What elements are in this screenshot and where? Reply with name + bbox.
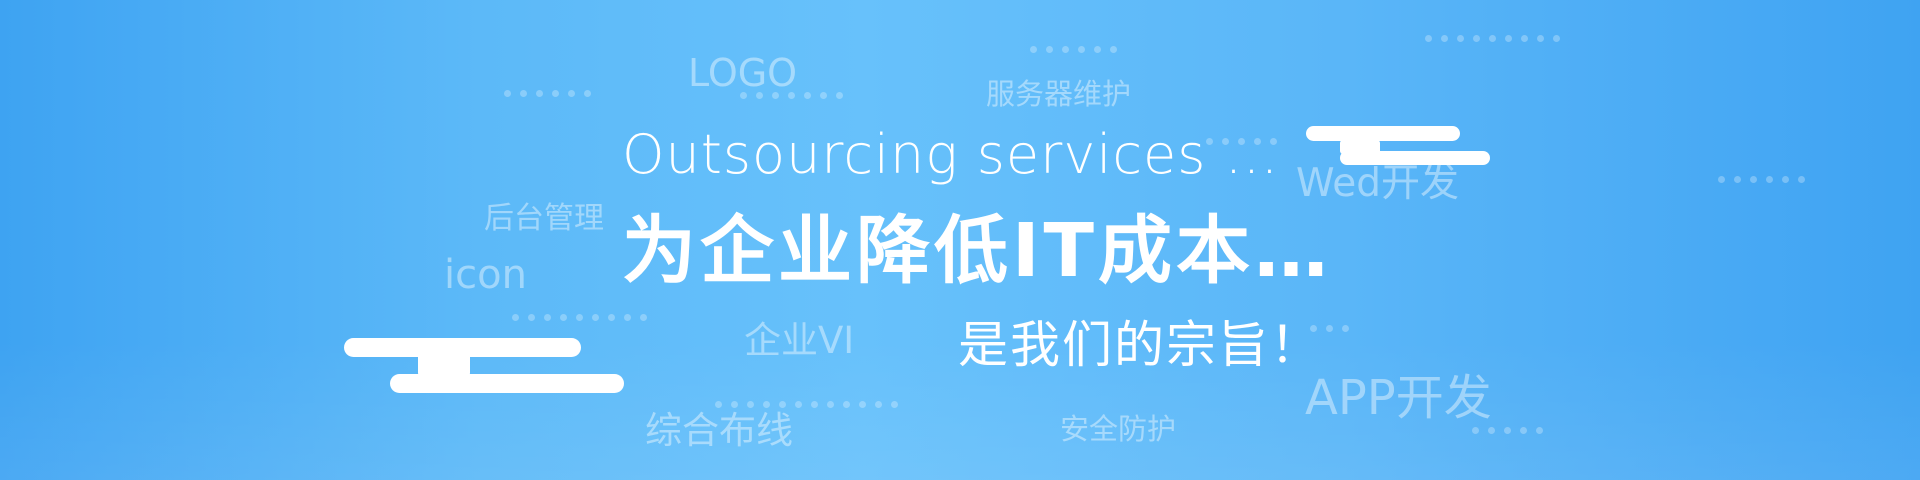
keyword-enterprise-vi: 企业VI — [744, 319, 855, 362]
slogan-text: 是我们的宗旨！ — [958, 316, 1322, 374]
dotted-line-icon — [1425, 35, 1560, 43]
keyword-security: 安全防护 — [1060, 412, 1177, 446]
dotted-line-icon — [504, 90, 591, 98]
dotted-line-icon — [1030, 46, 1117, 54]
keyword-app-dev: APP开发 — [1305, 370, 1492, 426]
keyword-backend-admin: 后台管理 — [484, 201, 604, 236]
keyword-cabling: 综合布线 — [645, 409, 793, 452]
dotted-line-icon — [1472, 427, 1543, 435]
keyword-icon: icon — [444, 252, 527, 298]
keyword-logo: LOGO — [688, 51, 798, 95]
dotted-line-icon — [715, 401, 898, 409]
headline-english: Outsourcing services … — [622, 123, 1280, 186]
outsourcing-banner: LOGO 服务器维护 Wed开发 后台管理 icon 企业VI APP开发 综合… — [0, 0, 1920, 480]
dotted-line-icon — [1718, 176, 1805, 184]
dotted-line-icon — [512, 314, 647, 322]
keyword-web-dev: Wed开发 — [1296, 161, 1460, 206]
headline-chinese: 为企业降低IT成本… — [622, 208, 1333, 294]
keyword-server-maintenance: 服务器维护 — [986, 77, 1132, 111]
